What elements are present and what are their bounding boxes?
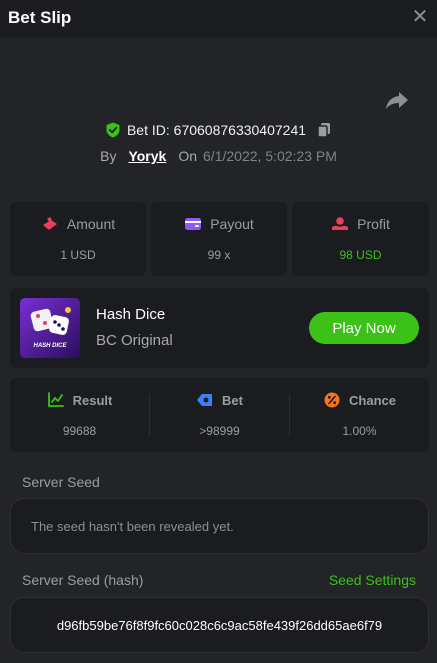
username-link[interactable]: Yoryk [128,148,166,164]
chance-value: 1.00% [342,424,377,438]
chance-label: Chance [349,392,396,408]
payout-value: 99 x [207,248,231,262]
on-label: On [178,148,198,164]
payout-label: Payout [210,216,254,232]
server-seed-field: The seed hasn't been revealed yet. [10,498,429,554]
game-provider: BC Original [96,332,173,349]
copy-icon[interactable] [316,122,332,138]
profit-label: Profit [357,216,390,232]
play-now-button[interactable]: Play Now [309,312,419,344]
by-label: By [100,148,117,164]
header-bar: Bet Slip ✕ [0,0,437,38]
profit-card: Profit 98 USD [292,202,429,276]
server-seed-hash-field[interactable]: d96fb59be76f8f9fc60c028c6c9ac58fe439f26d… [10,597,429,653]
close-icon[interactable]: ✕ [411,6,429,28]
result-label: Result [72,392,113,408]
amount-card: Amount 1 USD [10,202,146,276]
amount-value: 1 USD [60,248,96,262]
profit-value: 98 USD [339,248,382,262]
server-seed-label: Server Seed [22,474,100,490]
page-title: Bet Slip [8,8,72,27]
bet-id: Bet ID: 67060876330407241 [126,122,307,138]
bet-tag-icon [197,394,213,406]
game-thumb-text: HASH DICE [33,343,67,349]
bet-date: 6/1/2022, 5:02:23 PM [203,148,337,164]
amount-label: Amount [66,216,116,232]
game-thumbnail[interactable]: HASH DICE [20,298,80,358]
amount-icon [42,217,57,230]
profit-icon [332,217,349,230]
bet-label: Bet [222,392,243,408]
bet-meta-row: By Yoryk On 6/1/2022, 5:02:23 PM [0,146,437,166]
percent-icon [324,392,340,408]
shield-check-icon [106,122,120,138]
game-card: HASH DICE Hash Dice BC Original Play Now [10,288,429,368]
wallet-icon [185,218,202,230]
bet-value: >98999 [199,424,240,438]
bet-column: Bet >98999 [150,378,289,452]
bet-id-row: Bet ID: 67060876330407241 [0,120,437,140]
payout-card: Payout 99 x [151,202,287,276]
result-value: 99688 [62,424,97,438]
chance-column: Chance 1.00% [290,378,429,452]
share-icon[interactable] [385,89,409,111]
game-name: Hash Dice [96,306,166,323]
result-chart-icon [47,392,64,407]
seed-settings-link[interactable]: Seed Settings [329,572,416,588]
server-seed-hash-label: Server Seed (hash) [22,572,144,588]
result-column: Result 99688 [10,378,149,452]
result-card: Result 99688 Bet >98999 Chance 1.00% [10,378,429,452]
